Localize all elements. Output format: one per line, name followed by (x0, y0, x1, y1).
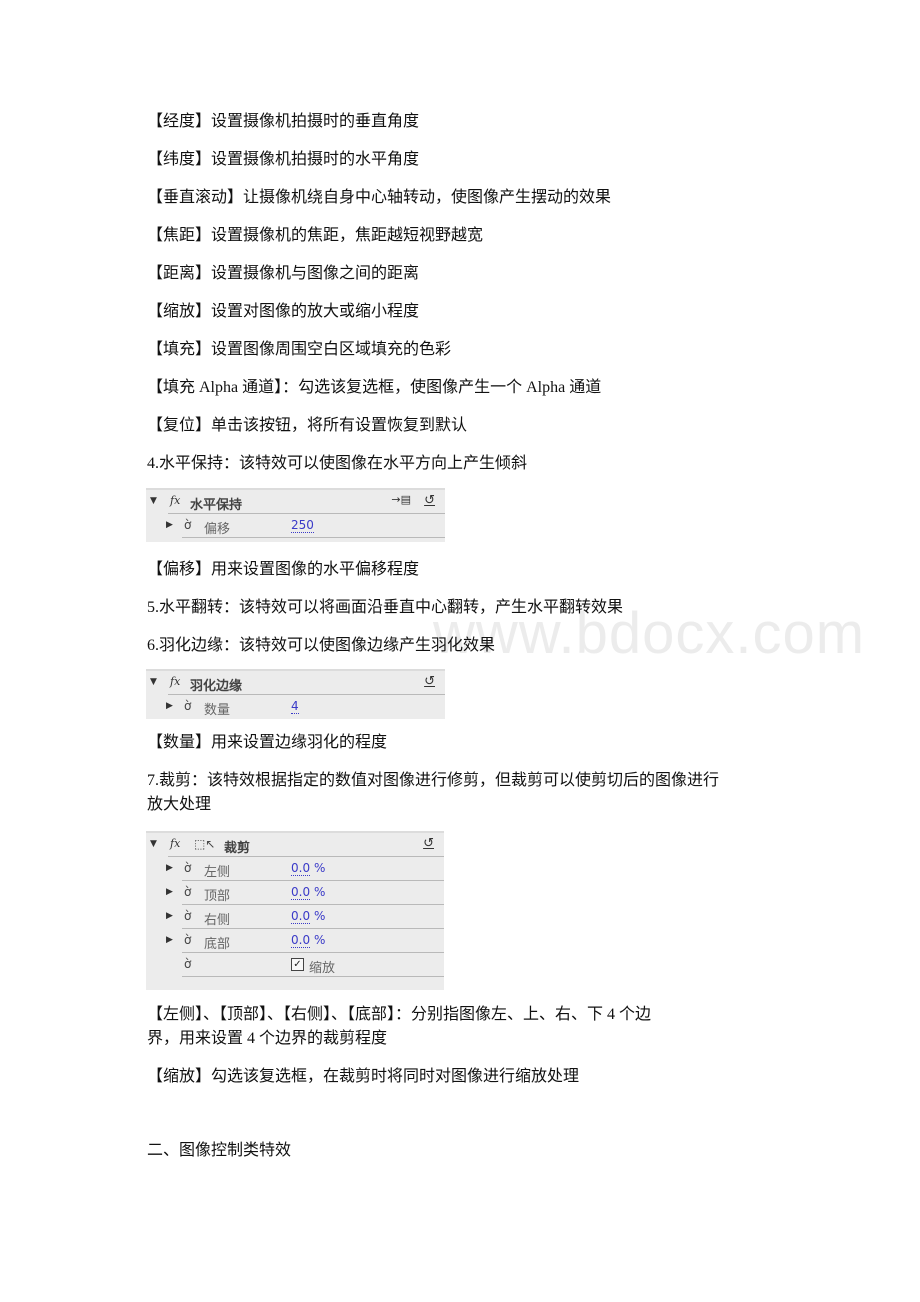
param-row: ▶ ờ 数量 4 (146, 695, 445, 719)
stopwatch-icon[interactable]: ờ (184, 885, 191, 899)
paragraph-vertical-roll: 【垂直滚动】让摄像机绕自身中心轴转动，使图像产生摆动的效果 (147, 189, 612, 206)
zoom-checkbox[interactable]: ✓ (291, 958, 304, 971)
crop-tool-icon[interactable]: ⬚↖ (194, 837, 215, 851)
effect-title: 裁剪 (224, 841, 251, 856)
reset-icon[interactable]: ↺ (424, 674, 435, 689)
collapse-triangle-icon[interactable]: ▶ (166, 701, 173, 711)
stopwatch-icon[interactable]: ờ (184, 933, 191, 947)
fx-icon[interactable]: fx (170, 494, 180, 507)
param-value[interactable]: 0.0 (291, 933, 311, 948)
heading-crop: 7.裁剪：该特效根据指定的数值对图像进行修剪，但裁剪可以使剪切后的图像进行 (147, 772, 720, 789)
stopwatch-icon[interactable]: ờ (184, 518, 191, 532)
fx-icon[interactable]: fx (170, 675, 180, 688)
param-unit: % (314, 861, 326, 875)
expand-triangle-icon[interactable]: ▼ (150, 496, 157, 506)
param-value[interactable]: 0.0 (291, 909, 311, 924)
param-value[interactable]: 0.0 (291, 885, 311, 900)
expand-triangle-icon[interactable]: ▼ (150, 839, 157, 849)
zoom-checkbox-label: 缩放 (309, 961, 336, 976)
paragraph-amount: 【数量】用来设置边缘羽化的程度 (147, 734, 388, 751)
collapse-triangle-icon[interactable]: ▶ (166, 887, 173, 897)
divider (182, 976, 444, 977)
collapse-triangle-icon[interactable]: ▶ (166, 935, 173, 945)
effect-title: 羽化边缘 (190, 679, 243, 694)
param-row-top: ▶ ờ 顶部 0.0 % (146, 881, 444, 905)
keyframe-nav-icon[interactable]: →▤ (391, 493, 411, 506)
paragraph-crop-edges-cont: 界，用来设置 4 个边界的裁剪程度 (147, 1030, 388, 1047)
param-row-right: ▶ ờ 右侧 0.0 % (146, 905, 444, 929)
paragraph-offset: 【偏移】用来设置图像的水平偏移程度 (147, 561, 420, 578)
reset-icon[interactable]: ↺ (424, 493, 435, 508)
param-label: 右侧 (204, 913, 231, 928)
effect-panel-feather-edges: ▼ fx 羽化边缘 ↺ ▶ ờ 数量 4 (146, 669, 445, 719)
heading-horizontal-hold: 4.水平保持：该特效可以使图像在水平方向上产生倾斜 (147, 455, 528, 472)
paragraph-crop-zoom: 【缩放】勾选该复选框，在裁剪时将同时对图像进行缩放处理 (147, 1068, 580, 1085)
param-label: 左侧 (204, 865, 231, 880)
stopwatch-icon[interactable]: ờ (184, 909, 191, 923)
fx-icon[interactable]: fx (170, 837, 180, 850)
paragraph-focal-length: 【焦距】设置摄像机的焦距，焦距越短视野越宽 (147, 227, 484, 244)
paragraph-distance: 【距离】设置摄像机与图像之间的距离 (147, 265, 420, 282)
param-label: 顶部 (204, 889, 231, 904)
param-row-left: ▶ ờ 左侧 0.0 % (146, 857, 444, 881)
param-unit: % (314, 933, 326, 947)
paragraph-reset: 【复位】单击该按钮，将所有设置恢复到默认 (147, 417, 468, 434)
collapse-triangle-icon[interactable]: ▶ (166, 520, 173, 530)
heading-horizontal-flip: 5.水平翻转：该特效可以将画面沿垂直中心翻转，产生水平翻转效果 (147, 599, 624, 616)
param-value[interactable]: 0.0 (291, 861, 311, 876)
paragraph-crop-edges: 【左侧】、【顶部】、【右侧】、【底部】：分别指图像左、上、右、下 4 个边 (147, 1006, 652, 1023)
stopwatch-icon[interactable]: ờ (184, 861, 191, 875)
paragraph-zoom: 【缩放】设置对图像的放大或缩小程度 (147, 303, 420, 320)
divider (182, 537, 445, 538)
effect-header: ▼ fx 羽化边缘 ↺ (146, 671, 445, 695)
collapse-triangle-icon[interactable]: ▶ (166, 911, 173, 921)
effect-panel-crop: ▼ fx ⬚↖ 裁剪 ↺ ▶ ờ 左侧 0.0 % ▶ ờ 顶部 0.0 % ▶… (146, 831, 444, 990)
effect-header: ▼ fx ⬚↖ 裁剪 ↺ (146, 833, 444, 857)
paragraph-latitude: 【纬度】设置摄像机拍摄时的水平角度 (147, 151, 420, 168)
paragraph-longitude: 【经度】设置摄像机拍摄时的垂直角度 (147, 113, 420, 130)
stopwatch-icon[interactable]: ờ (184, 957, 191, 971)
effect-panel-horizontal-hold: ▼ fx 水平保持 →▤ ↺ ▶ ờ 偏移 250 (146, 488, 445, 542)
section-heading-image-control: 二、图像控制类特效 (147, 1142, 292, 1159)
param-label: 偏移 (204, 522, 231, 537)
paragraph-fill: 【填充】设置图像周围空白区域填充的色彩 (147, 341, 452, 358)
stopwatch-icon[interactable]: ờ (184, 699, 191, 713)
param-label: 底部 (204, 937, 231, 952)
effect-title: 水平保持 (190, 498, 243, 513)
heading-feather-edges: 6.羽化边缘：该特效可以使图像边缘产生羽化效果 (147, 637, 496, 654)
paragraph-fill-alpha: 【填充 Alpha 通道】：勾选该复选框，使图像产生一个 Alpha 通道 (147, 379, 602, 396)
expand-triangle-icon[interactable]: ▼ (150, 677, 157, 687)
param-row-zoom: ờ ✓ 缩放 (146, 953, 444, 977)
collapse-triangle-icon[interactable]: ▶ (166, 863, 173, 873)
effect-header: ▼ fx 水平保持 →▤ ↺ (146, 490, 445, 514)
param-row-bottom: ▶ ờ 底部 0.0 % (146, 929, 444, 953)
param-unit: % (314, 909, 326, 923)
heading-crop-cont: 放大处理 (147, 796, 212, 813)
reset-icon[interactable]: ↺ (423, 836, 434, 851)
param-unit: % (314, 885, 326, 899)
param-label: 数量 (204, 703, 231, 718)
param-row: ▶ ờ 偏移 250 (146, 514, 445, 538)
param-value[interactable]: 4 (291, 699, 299, 714)
param-value[interactable]: 250 (291, 518, 314, 533)
